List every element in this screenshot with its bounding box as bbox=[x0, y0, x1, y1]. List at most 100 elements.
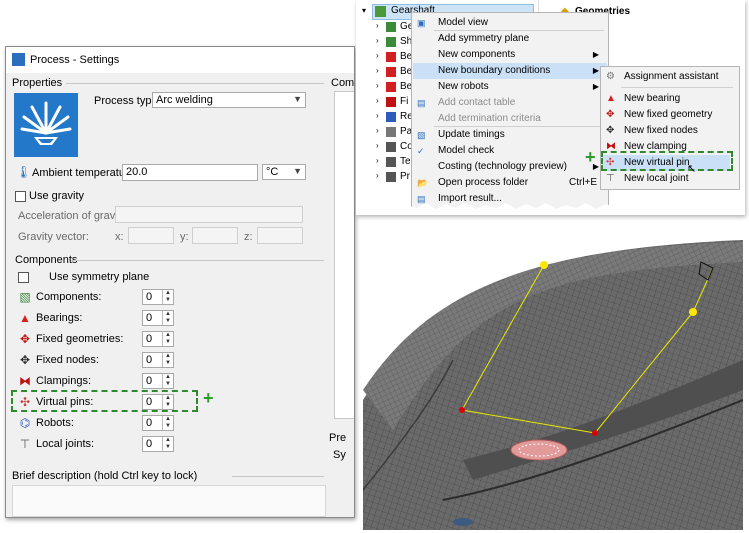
component-count-stepper[interactable]: 0 ▲ ▼ bbox=[142, 436, 174, 452]
submenu-item-label: New fixed geometry bbox=[624, 109, 713, 120]
chevron-right-icon: › bbox=[376, 171, 379, 180]
tree-node-icon bbox=[386, 157, 396, 167]
submenu-item[interactable]: ✥ New fixed geometry bbox=[602, 107, 730, 123]
gravity-z-input[interactable] bbox=[257, 227, 303, 244]
chevron-right-icon: › bbox=[376, 96, 379, 105]
component-row-label: Fixed nodes: bbox=[36, 354, 99, 366]
gravity-y-input[interactable] bbox=[192, 227, 238, 244]
tree-node-label[interactable]: Fi bbox=[400, 96, 408, 107]
torn-edge bbox=[356, 203, 745, 215]
tree-node-label[interactable]: Te bbox=[400, 156, 411, 167]
menu-item[interactable]: 📂 Open process folder Ctrl+E bbox=[413, 175, 607, 191]
tree-node-icon bbox=[386, 127, 396, 137]
process-type-label: Process type: bbox=[94, 95, 161, 107]
menu-item-label: Update timings bbox=[438, 129, 505, 140]
plus-annotation: + bbox=[585, 147, 596, 167]
menu-item-label: Add contact table bbox=[438, 97, 516, 108]
menu-item[interactable]: New components ▶ bbox=[413, 47, 607, 63]
component-row-label: Clampings: bbox=[36, 375, 92, 387]
virtual-pin-highlight bbox=[601, 151, 733, 171]
brief-description-area[interactable] bbox=[12, 485, 326, 517]
accel-gravity-input[interactable] bbox=[115, 206, 303, 223]
tree-node-icon bbox=[386, 82, 396, 92]
ambient-temp-input[interactable]: 20.0 bbox=[122, 164, 258, 181]
stepper-arrows-icon[interactable]: ▲ ▼ bbox=[162, 353, 173, 367]
process-type-value: Arc welding bbox=[156, 94, 213, 106]
fixed-geometry-icon: ✥ bbox=[19, 332, 31, 346]
menu-item[interactable]: ▧ Update timings bbox=[413, 127, 607, 143]
app-icon bbox=[12, 53, 25, 66]
robot-icon: ⌬ bbox=[19, 416, 31, 430]
accel-gravity-label: Acceleration of gravity: bbox=[18, 210, 130, 222]
stepper-arrows-icon[interactable]: ▲ ▼ bbox=[162, 290, 173, 304]
submenu-item[interactable]: ⊤ New local joint bbox=[602, 171, 730, 187]
chevron-right-icon: › bbox=[376, 126, 379, 135]
menu-item: Add termination criteria bbox=[413, 111, 607, 127]
tree-node-icon bbox=[386, 67, 396, 77]
mesh-view[interactable] bbox=[363, 240, 743, 530]
use-gravity-label: Use gravity bbox=[29, 190, 85, 202]
divider bbox=[66, 83, 324, 84]
stepper-arrows-icon[interactable]: ▲ ▼ bbox=[162, 311, 173, 325]
menu-item[interactable]: New robots ▶ bbox=[413, 79, 607, 95]
tree-node-icon bbox=[386, 22, 396, 32]
submenu-item[interactable]: ✥ New fixed nodes bbox=[602, 123, 730, 139]
chevron-right-icon: › bbox=[376, 81, 379, 90]
stepper-arrows-icon[interactable]: ▲ ▼ bbox=[162, 437, 173, 451]
tree-node-icon bbox=[386, 97, 396, 107]
context-menu-screenshot: Gearshaft ▾ › Ge › Sh › Be › Be › Be › Fi › Re… bbox=[356, 0, 745, 215]
submenu-item-icon: ⚙ bbox=[606, 71, 615, 82]
component-count-stepper[interactable]: 0 ▲ ▼ bbox=[142, 310, 174, 326]
gravity-vector-label: Gravity vector: bbox=[18, 231, 89, 243]
stepper-arrows-icon[interactable]: ▲ ▼ bbox=[162, 332, 173, 346]
virtual-pins-highlight bbox=[11, 390, 198, 412]
submenu-item-icon: ✥ bbox=[606, 125, 615, 136]
use-symmetry-label: Use symmetry plane bbox=[49, 271, 150, 283]
component-count-stepper[interactable]: 0 ▲ ▼ bbox=[142, 415, 174, 431]
submenu-item-label: New bearing bbox=[624, 93, 681, 104]
use-gravity-checkbox[interactable] bbox=[15, 191, 26, 202]
brief-description-label: Brief description (hold Ctrl key to lock… bbox=[12, 470, 198, 482]
menu-item-icon: ▧ bbox=[417, 130, 426, 140]
gravity-x-input[interactable] bbox=[128, 227, 174, 244]
menu-separator bbox=[434, 126, 604, 127]
component-count-stepper[interactable]: 0 ▲ ▼ bbox=[142, 289, 174, 305]
context-menu: ▣ Model view Add symmetry plane New comp… bbox=[411, 12, 609, 215]
menu-separator bbox=[621, 87, 733, 88]
chevron-right-icon: ▶ bbox=[592, 66, 599, 75]
submenu-item[interactable]: ▲ New bearing bbox=[602, 91, 730, 107]
chevron-right-icon: › bbox=[376, 156, 379, 165]
tree-node-icon bbox=[386, 172, 396, 182]
dialog-title: Process - Settings bbox=[30, 54, 120, 66]
component-count-stepper[interactable]: 0 ▲ ▼ bbox=[142, 331, 174, 347]
component-count-stepper[interactable]: 0 ▲ ▼ bbox=[142, 352, 174, 368]
process-settings-dialog: Process - Settings Properties Process ty… bbox=[5, 46, 355, 518]
menu-item[interactable]: ▣ Model view bbox=[413, 15, 607, 31]
chevron-right-icon: ▶ bbox=[592, 50, 599, 59]
menu-item[interactable]: Add symmetry plane bbox=[413, 31, 607, 47]
fixed-nodes-icon: ✥ bbox=[19, 353, 31, 367]
components-section-label: Components bbox=[15, 254, 78, 266]
temp-unit-value: °C bbox=[266, 166, 279, 178]
menu-item[interactable]: ✓ Model check bbox=[413, 143, 607, 159]
menu-item-label: Costing (technology preview) bbox=[438, 161, 567, 172]
submenu-item[interactable]: ⚙ Assignment assistant bbox=[602, 69, 730, 85]
component-count-stepper[interactable]: 0 ▲ ▼ bbox=[142, 373, 174, 389]
component-count-value: 0 bbox=[146, 375, 153, 387]
stepper-arrows-icon[interactable]: ▲ ▼ bbox=[162, 416, 173, 430]
component-row-label: Bearings: bbox=[36, 312, 83, 324]
use-symmetry-checkbox[interactable] bbox=[18, 272, 29, 283]
thermometer-icon: 🌡 bbox=[16, 165, 32, 179]
menu-item[interactable]: New boundary conditions ▶ bbox=[413, 63, 607, 79]
tree-node-label[interactable]: Pr bbox=[400, 171, 410, 182]
divider bbox=[71, 260, 324, 261]
temp-unit-select[interactable]: °C ▼ bbox=[262, 164, 306, 180]
stepper-arrows-icon[interactable]: ▲ ▼ bbox=[162, 374, 173, 388]
process-type-select[interactable]: Arc welding ▼ bbox=[152, 92, 306, 108]
chevron-right-icon: › bbox=[376, 36, 379, 45]
chevron-right-icon: › bbox=[376, 21, 379, 30]
menu-shortcut: Ctrl+E bbox=[569, 177, 598, 188]
menu-item-label: Model check bbox=[438, 145, 495, 156]
submenu-item-icon: ✥ bbox=[606, 109, 615, 120]
menu-item[interactable]: Costing (technology preview) ▶ bbox=[413, 159, 607, 175]
